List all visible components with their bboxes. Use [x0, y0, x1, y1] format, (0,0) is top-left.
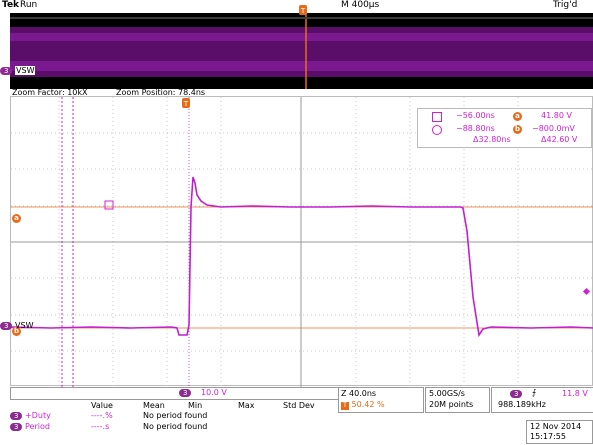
- zoom-trigger-position: 50.42 %: [351, 400, 385, 409]
- record-length: 20M points: [429, 400, 474, 409]
- trigger-channel-marker: 3: [510, 390, 523, 398]
- acquisition-box[interactable]: 5.00GS/s 20M points: [425, 387, 490, 413]
- acquisition-state[interactable]: Run: [20, 0, 37, 10]
- cursor-a-icon: a: [513, 112, 522, 121]
- zoom-timebase-box[interactable]: Z 40.0ns T 50.42 %: [338, 387, 424, 413]
- channel-3-label: 3 VSW: [0, 321, 33, 330]
- cursor-a-value: 41.80 V: [541, 111, 572, 120]
- status-bar: Tek Run M 400µs Trig'd: [0, 0, 593, 12]
- date: 12 Nov 2014: [530, 422, 582, 431]
- trigger-status: Trig'd: [553, 0, 578, 10]
- measurement-status: No period found: [143, 422, 208, 431]
- overview-channel-marker: 3: [0, 67, 13, 75]
- column-header: Max: [238, 401, 255, 410]
- cursor-a-marker[interactable]: a: [12, 205, 21, 224]
- measurement-channel-marker: 3: [10, 423, 23, 431]
- trace-vsw: [10, 176, 593, 338]
- measurements-table: Value Mean Min Max Std Dev 3 +Duty ----.…: [10, 400, 344, 444]
- cursor-b-time: −88.80ns: [456, 124, 495, 133]
- measurement-value: ----.%: [91, 411, 113, 420]
- cursor-a-time: −56.00ns: [456, 111, 495, 120]
- column-header: Mean: [143, 401, 165, 410]
- measurement-value: ----.s: [91, 422, 110, 431]
- measurement-name: Period: [25, 422, 50, 431]
- cursor-readout[interactable]: −56.00ns −88.80ns Δ32.80ns a b 41.80 V −…: [417, 108, 592, 148]
- datetime-box: 12 Nov 2014 15:17:55: [526, 420, 593, 444]
- measurement-status: No period found: [143, 411, 208, 420]
- cursor-b-icon: b: [513, 125, 522, 134]
- trigger-level: 11.8 V: [562, 389, 588, 398]
- measurement-name: +Duty: [25, 411, 51, 420]
- column-header: Min: [188, 401, 203, 410]
- horizontal-scale[interactable]: M 400µs: [341, 0, 379, 10]
- overview-trigger-marker: T: [299, 5, 307, 15]
- channel-scale-value: 10.0 V: [201, 388, 227, 397]
- svg-text:T: T: [300, 7, 306, 15]
- cursor-delta-time: Δ32.80ns: [473, 135, 511, 144]
- overview-channel-label: 3 VSW: [0, 66, 36, 75]
- time: 15:17:55: [530, 432, 566, 441]
- channel-3-marker: 3: [0, 322, 13, 330]
- cursor-b-value: −800.0mV: [532, 124, 575, 133]
- trigger-box[interactable]: 3 ⨍ 11.8 V 988.189kHz: [491, 387, 593, 413]
- column-header: Value: [91, 401, 113, 410]
- zoom-trigger-marker: T: [182, 98, 190, 108]
- table-row[interactable]: 3 +Duty: [10, 411, 51, 420]
- zoom-time-per-div: Z 40.0ns: [341, 389, 377, 398]
- svg-text:T: T: [183, 100, 189, 108]
- measurement-channel-marker: 3: [10, 412, 23, 420]
- brand-logo: Tek: [2, 0, 20, 10]
- table-row[interactable]: 3 Period: [10, 422, 50, 431]
- sample-rate: 5.00GS/s: [429, 389, 465, 398]
- cursor-handle: [104, 200, 114, 210]
- cursor-delta-value: Δ42.60 V: [541, 135, 578, 144]
- column-header: Std Dev: [283, 401, 315, 410]
- trigger-slope-icon: ⨍: [532, 388, 537, 397]
- trigger-frequency: 988.189kHz: [498, 400, 546, 409]
- channel-scale-marker: 3: [179, 389, 192, 397]
- channel-scale-box[interactable]: 3 10.0 V: [10, 387, 339, 400]
